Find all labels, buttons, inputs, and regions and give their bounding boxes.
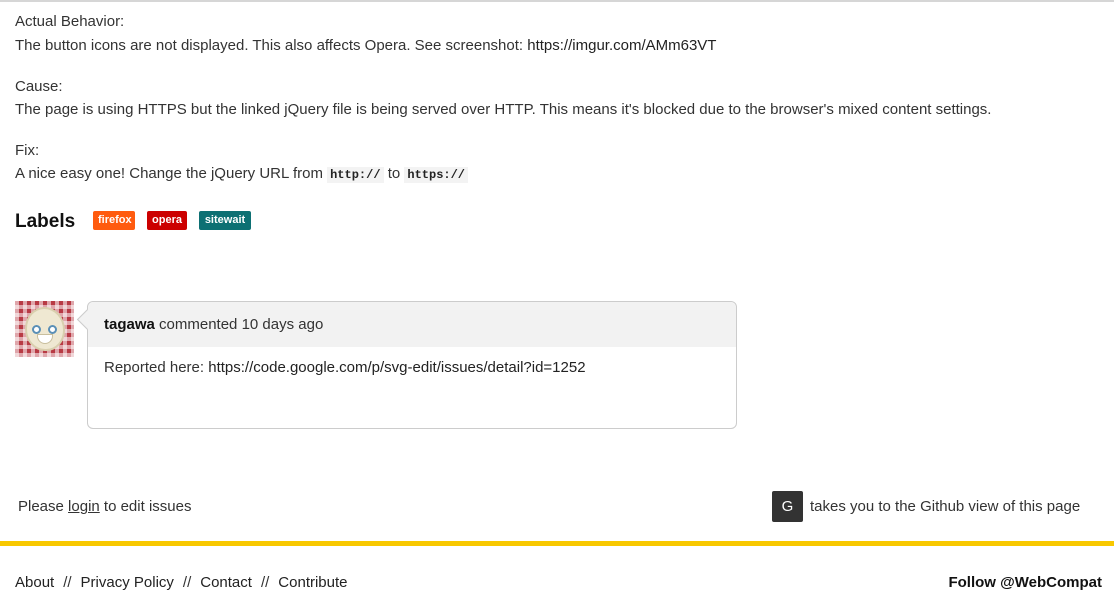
issue-page: Actual Behavior: The button icons are no… bbox=[0, 0, 1114, 616]
comment-header: tagawa commented 10 days ago bbox=[88, 302, 736, 347]
fix-heading: Fix: bbox=[15, 142, 40, 159]
comment-author[interactable]: tagawa bbox=[104, 316, 155, 333]
login-note: Please login to edit issues bbox=[18, 497, 191, 517]
comment-meta: commented 10 days ago bbox=[154, 316, 324, 333]
comment-body-prefix: Reported here: bbox=[104, 359, 209, 376]
footer-separator: // bbox=[260, 574, 270, 591]
avatar-eye-right bbox=[48, 325, 57, 334]
cause-heading: Cause: bbox=[15, 78, 63, 95]
label-opera[interactable]: opera bbox=[147, 211, 187, 230]
label-firefox[interactable]: firefox bbox=[93, 211, 135, 230]
footer-nav: About // Privacy Policy // Contact // Contribu… bbox=[15, 573, 348, 593]
comment-link[interactable]: https://code.google.com/p/svg-edit/issue… bbox=[208, 359, 585, 376]
footer-link-contact[interactable]: Contact bbox=[200, 574, 252, 591]
footer-link-contribute[interactable]: Contribute bbox=[278, 574, 347, 591]
comment-box: tagawa commented 10 days ago Reported he… bbox=[76, 301, 737, 429]
fix-text-mid: to bbox=[383, 165, 405, 182]
login-link[interactable]: login bbox=[68, 498, 100, 515]
login-note-prefix: Please bbox=[18, 498, 69, 515]
footer-divider bbox=[0, 541, 1114, 546]
follow-webcompat-link[interactable]: Follow @WebCompat bbox=[948, 574, 1102, 591]
footer-separator: // bbox=[63, 574, 72, 591]
fix-code-to: https:// bbox=[404, 167, 468, 183]
labels-heading: Labels bbox=[15, 211, 76, 232]
fix-text: A nice easy one! Change the jQuery URL f… bbox=[15, 164, 468, 185]
fix-code-from: http:// bbox=[327, 167, 384, 183]
login-note-suffix: to edit issues bbox=[99, 498, 192, 515]
actual-behavior-text: The button icons are not displayed. This… bbox=[15, 36, 716, 56]
footer-separator: // bbox=[182, 574, 192, 591]
footer-link-privacy[interactable]: Privacy Policy bbox=[81, 574, 174, 591]
actual-behavior-description: The button icons are not displayed. This… bbox=[15, 37, 528, 54]
avatar[interactable] bbox=[15, 301, 74, 357]
label-sitewait[interactable]: sitewait bbox=[199, 211, 251, 230]
fix-text-before: A nice easy one! Change the jQuery URL f… bbox=[15, 165, 328, 182]
screenshot-link[interactable]: https://imgur.com/AMm63VT bbox=[527, 37, 716, 54]
footer-link-about[interactable]: About bbox=[15, 574, 54, 591]
github-shortcut-key[interactable]: G bbox=[772, 491, 803, 522]
github-shortcut-text: takes you to the Github view of this pag… bbox=[810, 498, 1081, 515]
avatar-eye-left bbox=[32, 325, 41, 334]
actual-behavior-heading: Actual Behavior: bbox=[15, 13, 125, 30]
comment-body: Reported here: https://code.google.com/p… bbox=[88, 347, 736, 388]
cause-text: The page is using HTTPS but the linked j… bbox=[15, 101, 992, 118]
top-divider bbox=[0, 0, 1114, 2]
